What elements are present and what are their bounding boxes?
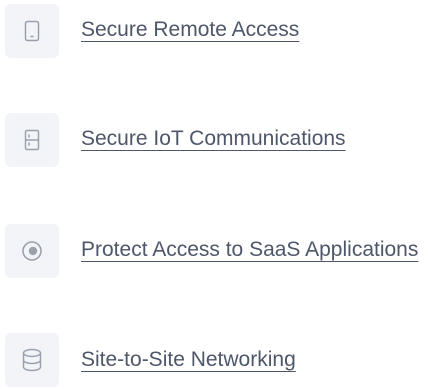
iot-device-icon bbox=[5, 113, 59, 167]
protect-access-saas-link[interactable]: Protect Access to SaaS Applications bbox=[81, 238, 418, 262]
site-to-site-networking-link[interactable]: Site-to-Site Networking bbox=[81, 348, 296, 372]
secure-remote-access-link[interactable]: Secure Remote Access bbox=[81, 18, 299, 42]
target-circle-icon bbox=[5, 224, 59, 278]
mobile-device-icon bbox=[5, 4, 59, 58]
secure-iot-communications-link[interactable]: Secure IoT Communications bbox=[81, 127, 346, 151]
